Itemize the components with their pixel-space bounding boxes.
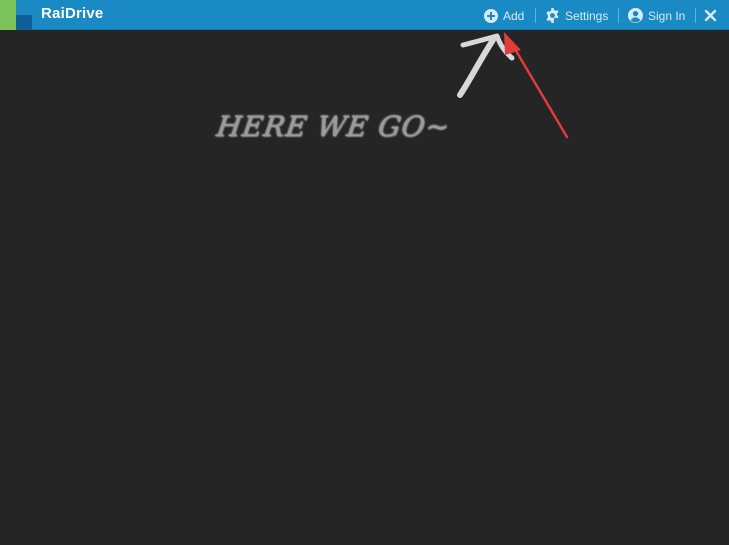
close-icon[interactable] xyxy=(703,8,718,23)
gear-icon xyxy=(546,8,559,23)
annotation-text: HERE WE GO~ xyxy=(214,110,453,143)
title-bar: RaiDrive Add Settings Sign In xyxy=(0,0,729,30)
settings-label: Settings xyxy=(565,8,609,23)
toolbar-separator xyxy=(535,8,536,23)
add-button[interactable]: Add xyxy=(484,7,524,24)
sign-in-button[interactable]: Sign In xyxy=(628,7,685,24)
toolbar-separator xyxy=(695,8,696,23)
drive-list-area xyxy=(0,31,729,545)
user-circle-icon xyxy=(628,8,643,23)
sign-in-label: Sign In xyxy=(648,8,686,23)
settings-button[interactable]: Settings xyxy=(545,7,608,24)
toolbar-separator xyxy=(618,8,619,23)
add-label: Add xyxy=(503,8,525,23)
app-window: RaiDrive Add Settings Sign In HERE WE GO… xyxy=(0,0,729,545)
raidrive-logo xyxy=(0,0,32,30)
plus-circle-icon xyxy=(484,8,498,23)
app-title: RaiDrive xyxy=(41,5,104,22)
